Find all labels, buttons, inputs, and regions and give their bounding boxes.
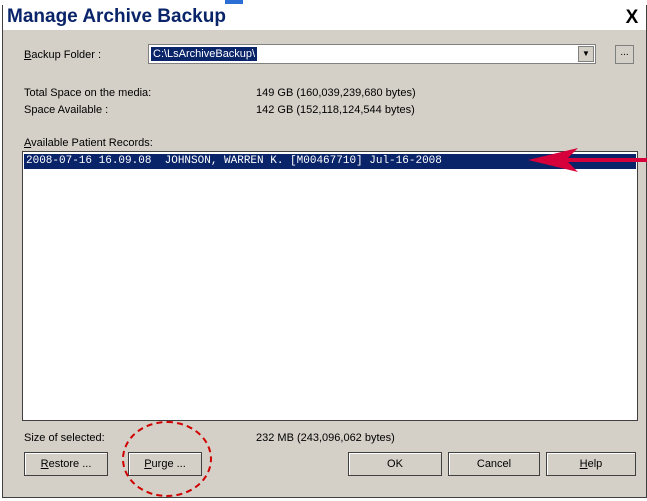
close-button[interactable]: X [622, 8, 642, 28]
total-space-label: Total Space on the media: [24, 87, 152, 99]
patient-records-list[interactable]: 2008-07-16 16.09.08 JOHNSON, WARREN K. [… [22, 151, 638, 421]
space-available-label: Space Available : [24, 104, 109, 116]
title-bar: Manage Archive Backup X [3, 5, 646, 30]
restore-button[interactable]: Restore ... [24, 452, 108, 476]
size-selected-value: 232 MB (243,096,062 bytes) [256, 432, 395, 444]
browse-button[interactable]: ... [615, 45, 634, 64]
red-arrow-annotation [528, 148, 647, 172]
help-button[interactable]: Help [546, 452, 636, 476]
dialog-title: Manage Archive Backup [7, 6, 226, 27]
patient-records-label: Available Patient Records: [24, 137, 153, 149]
dashed-circle-annotation [122, 421, 212, 497]
backup-folder-combo[interactable]: C:\LsArchiveBackup\ ▼ [148, 44, 596, 64]
space-available-value: 142 GB (152,118,124,544 bytes) [256, 104, 415, 116]
backup-folder-label: Backup Folder : [24, 49, 102, 61]
ok-button[interactable]: OK [348, 452, 442, 476]
cancel-button[interactable]: Cancel [448, 452, 540, 476]
top-accent-line [0, 0, 647, 4]
total-space-value: 149 GB (160,039,239,680 bytes) [256, 87, 416, 99]
chevron-down-icon[interactable]: ▼ [578, 46, 594, 62]
accent-mark [225, 0, 243, 4]
size-selected-label: Size of selected: [24, 432, 105, 444]
backup-folder-value: C:\LsArchiveBackup\ [151, 47, 258, 61]
